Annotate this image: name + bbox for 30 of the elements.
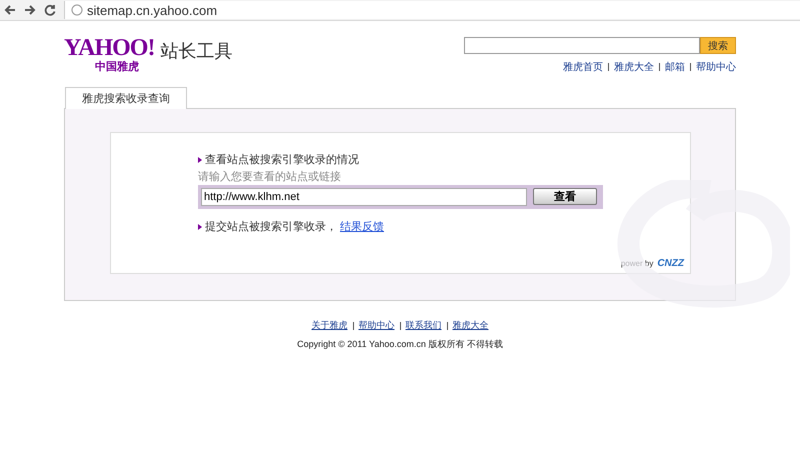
- feedback-link[interactable]: 结果反馈: [340, 219, 384, 234]
- bullet-icon: [198, 156, 202, 162]
- globe-icon: [71, 4, 83, 16]
- brand-logo: CNZZ: [657, 258, 684, 269]
- submit-text: 提交站点被搜索引擎收录，: [205, 220, 337, 234]
- header-link[interactable]: 邮箱: [665, 60, 685, 74]
- footer-link[interactable]: 关于雅虎: [312, 319, 348, 332]
- search-button[interactable]: 搜索: [700, 37, 736, 54]
- forward-icon[interactable]: [24, 4, 36, 16]
- logo: YAHOO!: [64, 37, 154, 59]
- address-bar[interactable]: sitemap.cn.yahoo.com: [64, 1, 800, 19]
- reload-icon[interactable]: [44, 4, 56, 16]
- copyright: Copyright © 2011 Yahoo.com.cn 版权所有 不得转载: [297, 338, 503, 351]
- section-heading: 查看站点被搜索引擎收录的情况: [205, 152, 359, 167]
- site-title: 站长工具: [160, 40, 232, 63]
- power-label: power by: [620, 259, 654, 268]
- header-link[interactable]: 雅虎首页: [563, 60, 603, 74]
- url-field[interactable]: http://www.klhm.net: [201, 188, 527, 206]
- header-link[interactable]: 帮助中心: [696, 60, 736, 74]
- footer-link[interactable]: 雅虎大全: [452, 319, 488, 332]
- header-link[interactable]: 雅虎大全: [614, 60, 654, 74]
- search-field[interactable]: [464, 37, 700, 54]
- bullet-icon: [198, 224, 202, 230]
- footer-link[interactable]: 帮助中心: [358, 319, 394, 332]
- check-button[interactable]: 查看: [533, 188, 597, 205]
- back-icon[interactable]: [4, 4, 16, 16]
- footer-link[interactable]: 联系我们: [406, 319, 442, 332]
- field-hint: 请输入您要查看的站点或链接: [198, 170, 342, 184]
- logo-subtitle: 中国雅虎: [95, 60, 140, 74]
- tab[interactable]: 雅虎搜索收录查询: [65, 87, 187, 109]
